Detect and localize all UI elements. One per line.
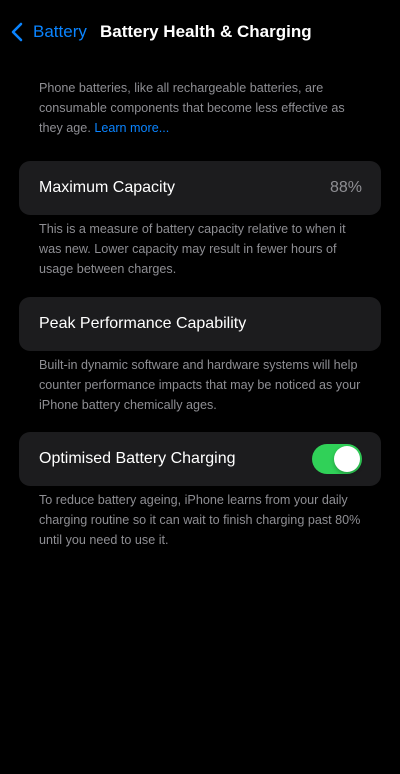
toggle-knob xyxy=(334,446,360,472)
page-title: Battery Health & Charging xyxy=(100,22,312,41)
intro-description: Phone batteries, like all rechargeable b… xyxy=(39,81,345,135)
optimised-charging-label: Optimised Battery Charging xyxy=(39,450,236,467)
intro-text: Phone batteries, like all rechargeable b… xyxy=(39,78,364,138)
maximum-capacity-label: Maximum Capacity xyxy=(39,179,176,196)
back-button-label: Battery xyxy=(33,22,87,41)
maximum-capacity-value: 88% xyxy=(329,179,362,196)
navigation-bar: Battery Battery Health & Charging xyxy=(0,0,400,64)
back-button[interactable]: Battery xyxy=(10,19,87,45)
chevron-left-icon xyxy=(11,22,23,42)
peak-performance-note: Built-in dynamic software and hardware s… xyxy=(39,358,361,412)
maximum-capacity-note: This is a measure of battery capacity re… xyxy=(39,222,346,276)
optimised-charging-toggle[interactable] xyxy=(312,444,362,474)
optimised-charging-note: To reduce battery ageing, iPhone learns … xyxy=(39,493,361,547)
optimised-charging-row: Optimised Battery Charging xyxy=(19,432,381,486)
peak-performance-label: Peak Performance Capability xyxy=(39,315,247,332)
maximum-capacity-row: Maximum Capacity 88% xyxy=(19,161,381,215)
learn-more-link[interactable]: Learn more... xyxy=(94,121,169,135)
peak-performance-row: Peak Performance Capability xyxy=(19,297,381,351)
